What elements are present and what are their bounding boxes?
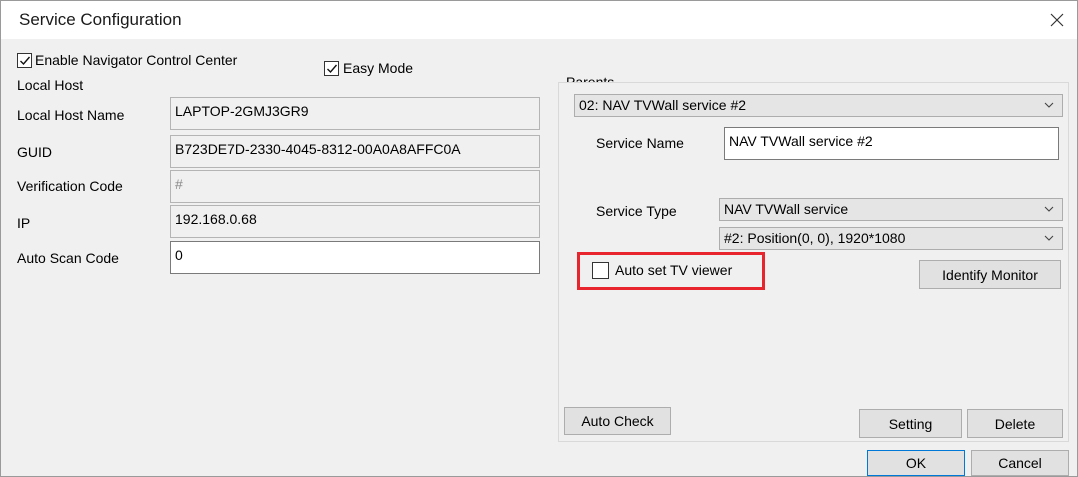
guid-label: GUID [17,144,52,160]
monitor-select[interactable]: #2: Position(0, 0), 1920*1080 [719,227,1063,250]
ip-field: 192.168.0.68 [170,205,540,238]
cancel-button[interactable]: Cancel [971,450,1069,476]
checkmark-icon [20,56,31,66]
service-type-label: Service Type [596,203,677,219]
delete-button[interactable]: Delete [967,409,1063,438]
easy-mode-checkbox[interactable] [324,61,339,76]
close-button[interactable] [1037,1,1077,39]
monitor-select-value: #2: Position(0, 0), 1920*1080 [724,230,906,246]
window-title: Service Configuration [19,10,182,29]
close-icon [1050,13,1064,27]
service-type-value: NAV TVWall service [724,201,849,217]
easy-mode-label: Easy Mode [343,60,414,76]
checkmark-icon [327,64,338,74]
enable-navigator-label: Enable Navigator Control Center [35,52,238,68]
title-bar: Service Configuration [1,1,1077,39]
service-name-label: Service Name [596,135,684,151]
auto-scan-code-label: Auto Scan Code [17,250,119,266]
verification-code-label: Verification Code [17,178,123,194]
chevron-down-icon [1044,235,1054,241]
auto-check-button[interactable]: Auto Check [564,407,671,435]
setting-button[interactable]: Setting [859,409,962,438]
verification-code-field: # [170,170,540,203]
auto-scan-code-input[interactable]: 0 [170,241,540,274]
service-name-input[interactable]: NAV TVWall service #2 [724,127,1059,160]
highlight-box [577,252,765,290]
service-type-select[interactable]: NAV TVWall service [719,198,1063,221]
host-name-label: Local Host Name [17,107,125,123]
guid-field: B723DE7D-2330-4045-8312-00A0A8AFFC0A [170,135,540,168]
enable-navigator-checkbox[interactable] [17,53,32,68]
host-name-field: LAPTOP-2GMJ3GR9 [170,97,540,130]
chevron-down-icon [1044,102,1054,108]
identify-monitor-button[interactable]: Identify Monitor [919,260,1061,289]
chevron-down-icon [1044,206,1054,212]
ok-button[interactable]: OK [867,450,965,476]
service-configuration-dialog: Service Configuration Enable Navigator C… [0,0,1078,477]
parent-select[interactable]: 02: NAV TVWall service #2 [574,94,1063,117]
parent-select-value: 02: NAV TVWall service #2 [579,97,747,113]
ip-label: IP [17,215,31,231]
local-host-group-label: Local Host [17,77,84,93]
